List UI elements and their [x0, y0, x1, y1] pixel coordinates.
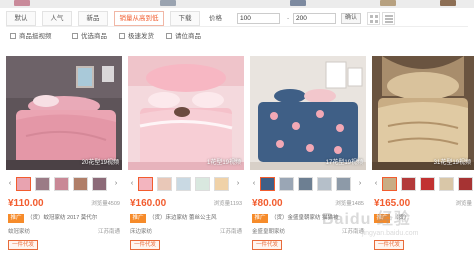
sort-bar: 默认 人气 新品 销量从高到低 下载 价格 100 - 200 确认: [6, 10, 468, 27]
color-thumb[interactable]: [279, 177, 294, 191]
checkbox-icon[interactable]: [119, 32, 125, 39]
product-price: ¥160.00: [130, 198, 167, 209]
product-photo[interactable]: 17花型19视频: [250, 56, 366, 170]
color-thumb[interactable]: [298, 177, 313, 191]
filter-label: 优选商品: [81, 33, 107, 40]
bedding-photo-4: [372, 56, 474, 170]
color-thumb[interactable]: [336, 177, 351, 191]
chevron-left-icon[interactable]: ‹: [250, 177, 258, 191]
strip-thumb[interactable]: [440, 0, 456, 6]
product-card[interactable]: 20花型19视频 ‹ › ¥110.00 浏览量4509 推广 （货）蚊冠家纺 …: [6, 53, 122, 260]
color-thumb[interactable]: [214, 177, 229, 191]
view-count: 浏览量4509: [91, 201, 120, 207]
chevron-left-icon[interactable]: ‹: [372, 177, 380, 191]
color-thumb[interactable]: [176, 177, 191, 191]
sort-tab-default[interactable]: 默认: [6, 11, 36, 26]
watermark-text: Baidu 经验: [322, 211, 411, 228]
baidu-watermark: Baidu 经验 jingyan.baidu.com: [322, 205, 472, 245]
product-title[interactable]: （货）床边家纺 蕾丝公主风: [149, 214, 242, 223]
sort-tab-new[interactable]: 新品: [78, 11, 108, 26]
color-thumb[interactable]: [16, 177, 31, 191]
product-price: ¥80.00: [252, 198, 283, 209]
filter-label: 请位商品: [175, 33, 201, 40]
color-thumb[interactable]: [317, 177, 332, 191]
price-min-input[interactable]: 100: [237, 13, 280, 24]
color-thumb[interactable]: [92, 177, 107, 191]
pic-count-label: 1花型19视频: [206, 160, 241, 166]
color-thumb[interactable]: [195, 177, 210, 191]
pic-count-label: 20花型19视频: [81, 160, 119, 166]
top-thumbnail-strip: [0, 0, 474, 8]
shop-location: 江苏南通: [219, 229, 242, 235]
color-thumbnails: ‹: [372, 177, 474, 191]
strip-thumb[interactable]: [160, 0, 176, 6]
checkbox-icon[interactable]: [166, 32, 172, 39]
color-thumb[interactable]: [382, 177, 397, 191]
bedding-photo-1: [6, 56, 122, 170]
color-thumb[interactable]: [35, 177, 50, 191]
strip-thumb[interactable]: [380, 0, 396, 6]
sort-tab-sales-desc[interactable]: 销量从高到低: [114, 11, 164, 26]
filter-video[interactable]: 商品挺视频: [10, 32, 52, 42]
color-thumb[interactable]: [458, 177, 473, 191]
product-photo[interactable]: 31花型19视频: [372, 56, 474, 170]
promo-badge: 推广: [130, 214, 146, 223]
filter-label: 极速发货: [128, 33, 154, 40]
price-confirm-button[interactable]: 确认: [341, 13, 361, 24]
strip-thumb[interactable]: [14, 0, 30, 6]
list-view-icon[interactable]: [382, 12, 395, 25]
product-photo[interactable]: 1花型19视频: [128, 56, 244, 170]
dropship-badge[interactable]: 一件代发: [252, 240, 282, 250]
color-thumbnails: ‹ ›: [250, 177, 366, 191]
chevron-right-icon[interactable]: ›: [234, 177, 242, 191]
product-photo[interactable]: 20花型19视频: [6, 56, 122, 170]
dropship-badge[interactable]: 一件代发: [8, 240, 38, 250]
sort-tab-download[interactable]: 下载: [170, 11, 200, 26]
shop-name[interactable]: 金盛皇朝家纺: [252, 228, 285, 236]
price-dash: -: [287, 15, 290, 22]
chevron-right-icon[interactable]: ›: [356, 177, 364, 191]
chevron-left-icon[interactable]: ‹: [128, 177, 136, 191]
strip-thumb[interactable]: [290, 0, 306, 6]
filter-label: 商品挺视频: [19, 33, 52, 40]
product-title[interactable]: （货）蚊冠家纺 2017 莫代尔: [27, 214, 120, 223]
product-price: ¥110.00: [8, 198, 44, 209]
checkbox-icon[interactable]: [10, 32, 16, 39]
color-thumb[interactable]: [138, 177, 153, 191]
filter-other[interactable]: 请位商品: [166, 32, 201, 42]
color-thumb[interactable]: [401, 177, 416, 191]
price-max-input[interactable]: 200: [293, 13, 336, 24]
promo-badge: 推广: [8, 214, 24, 223]
filter-fast-ship[interactable]: 极速发货: [119, 32, 154, 42]
sort-tab-popularity[interactable]: 人气: [42, 11, 72, 26]
checkbox-icon[interactable]: [72, 32, 78, 39]
price-label: 价格: [209, 15, 222, 22]
watermark-subtext: jingyan.baidu.com: [362, 230, 419, 237]
color-thumb[interactable]: [439, 177, 454, 191]
product-card[interactable]: 1花型19视频 ‹ › ¥160.00 浏览量1193 推广 （货）床边家纺 蕾…: [128, 53, 244, 260]
pic-count-label: 17花型19视频: [325, 160, 363, 166]
color-thumb[interactable]: [73, 177, 88, 191]
shop-location: 江苏南通: [97, 229, 120, 235]
bedding-photo-3: [250, 56, 366, 170]
shop-name[interactable]: 床边家纺: [130, 228, 152, 236]
color-thumb[interactable]: [260, 177, 275, 191]
dropship-badge[interactable]: 一件代发: [130, 240, 160, 250]
color-thumb[interactable]: [54, 177, 69, 191]
filter-preferred[interactable]: 优选商品: [72, 32, 107, 42]
promo-badge: 推广: [252, 214, 268, 223]
color-thumbnails: ‹ ›: [6, 177, 122, 191]
grid-view-icon[interactable]: [367, 12, 380, 25]
chevron-left-icon[interactable]: ‹: [6, 177, 14, 191]
chevron-right-icon[interactable]: ›: [112, 177, 120, 191]
pic-count-label: 31花型19视频: [433, 160, 471, 166]
filter-bar: 商品挺视频 优选商品 极速发货 请位商品: [6, 30, 468, 44]
view-count: 浏览量1193: [213, 201, 242, 207]
color-thumbnails: ‹ ›: [128, 177, 244, 191]
shop-name[interactable]: 蚊冠家纺: [8, 228, 30, 236]
color-thumb[interactable]: [420, 177, 435, 191]
bedding-photo-2: [128, 56, 244, 170]
color-thumb[interactable]: [157, 177, 172, 191]
